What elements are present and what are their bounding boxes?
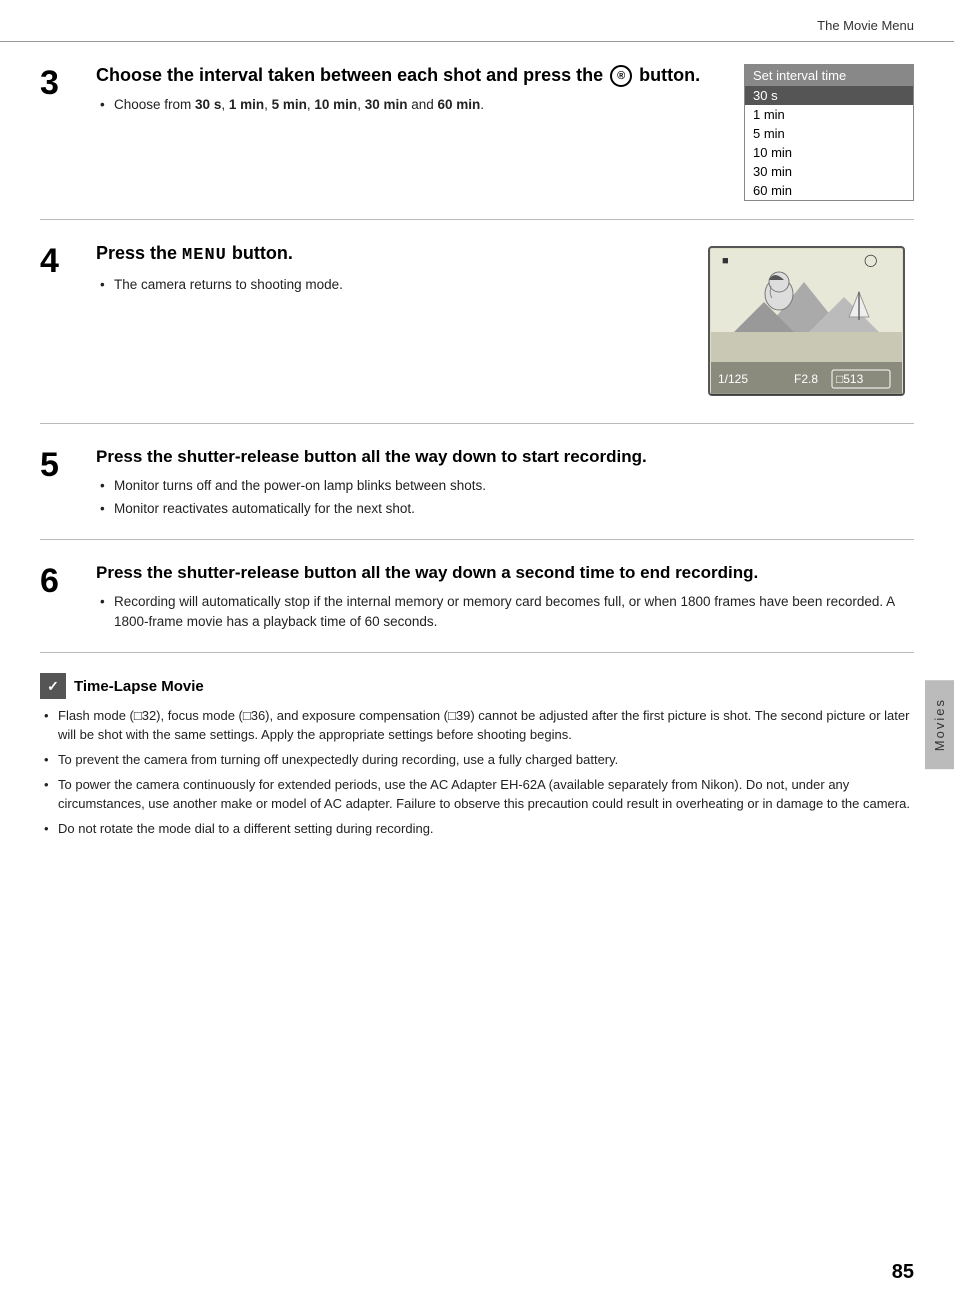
step-4: 4 Press the MENU button. The camera retu… xyxy=(40,220,914,424)
step-5-body: Press the shutter-release button all the… xyxy=(88,446,914,521)
page-number: 85 xyxy=(892,1261,914,1283)
camera-lcd-svg: ■ ◯ 1/125 F2.8 □513 xyxy=(704,242,914,402)
side-tab: Movies xyxy=(925,680,954,769)
svg-text:□513: □513 xyxy=(836,372,864,386)
step-3-number: 3 xyxy=(40,64,88,100)
step-3-body: Choose the interval taken between each s… xyxy=(88,64,914,201)
step-6-bullet-1: Recording will automatically stop if the… xyxy=(100,592,914,631)
interval-menu-item-60min: 60 min xyxy=(745,181,913,200)
page-footer: 85 xyxy=(892,1261,914,1284)
step-3-title: Choose the interval taken between each s… xyxy=(96,64,724,87)
note-icon: ✓ xyxy=(40,673,66,699)
interval-menu-item-10min: 10 min xyxy=(745,143,913,162)
interval-menu: Set interval time 30 s 1 min 5 min 10 mi… xyxy=(744,64,914,201)
step-4-text: Press the MENU button. The camera return… xyxy=(96,242,684,405)
step-5-bullet-2: Monitor reactivates automatically for th… xyxy=(100,499,914,519)
note-bullet-1: Flash mode (□32), focus mode (□36), and … xyxy=(44,707,914,745)
step-5-bullet-1: Monitor turns off and the power-on lamp … xyxy=(100,476,914,496)
step-4-bullets: The camera returns to shooting mode. xyxy=(96,275,684,295)
step-3-bullet-1: Choose from 30 s, 1 min, 5 min, 10 min, … xyxy=(100,95,724,115)
interval-menu-title: Set interval time xyxy=(745,65,913,86)
step-6-number: 6 xyxy=(40,562,88,598)
step-6-body: Press the shutter-release button all the… xyxy=(88,562,914,634)
step-4-bullet-1: The camera returns to shooting mode. xyxy=(100,275,684,295)
step-3-image: Set interval time 30 s 1 min 5 min 10 mi… xyxy=(744,64,914,201)
step-6-title: Press the shutter-release button all the… xyxy=(96,562,914,584)
step-6: 6 Press the shutter-release button all t… xyxy=(40,540,914,653)
page: The Movie Menu 3 Choose the interval tak… xyxy=(0,0,954,1314)
step-5-number: 5 xyxy=(40,446,88,482)
step-5-title: Press the shutter-release button all the… xyxy=(96,446,914,468)
step-5-bullets: Monitor turns off and the power-on lamp … xyxy=(96,476,914,518)
note-bullet-3: To power the camera continuously for ext… xyxy=(44,776,914,814)
svg-text:■: ■ xyxy=(722,255,729,267)
step-3-text: Choose the interval taken between each s… xyxy=(96,64,724,201)
step-4-body: Press the MENU button. The camera return… xyxy=(88,242,914,405)
note-bullet-2: To prevent the camera from turning off u… xyxy=(44,751,914,770)
note-header: ✓ Time-Lapse Movie xyxy=(40,673,914,699)
interval-menu-item-30s: 30 s xyxy=(745,86,913,105)
step-3-layout: Choose the interval taken between each s… xyxy=(96,64,914,201)
interval-menu-item-30min: 30 min xyxy=(745,162,913,181)
step-5: 5 Press the shutter-release button all t… xyxy=(40,424,914,540)
note-bullet-4: Do not rotate the mode dial to a differe… xyxy=(44,820,914,839)
main-content: 3 Choose the interval taken between each… xyxy=(0,42,954,865)
step-3: 3 Choose the interval taken between each… xyxy=(40,42,914,220)
step-4-title: Press the MENU button. xyxy=(96,242,684,267)
interval-menu-item-1min: 1 min xyxy=(745,105,913,124)
interval-menu-item-5min: 5 min xyxy=(745,124,913,143)
page-header-title: The Movie Menu xyxy=(817,18,914,33)
note-section: ✓ Time-Lapse Movie Flash mode (□32), foc… xyxy=(40,673,914,864)
step-4-camera-image: ■ ◯ 1/125 F2.8 □513 xyxy=(704,242,914,405)
svg-text:◯: ◯ xyxy=(864,253,877,267)
svg-text:1/125: 1/125 xyxy=(718,372,748,386)
step-6-bullets: Recording will automatically stop if the… xyxy=(96,592,914,631)
step-4-number: 4 xyxy=(40,242,88,278)
side-tab-label: Movies xyxy=(932,698,947,751)
note-bullets: Flash mode (□32), focus mode (□36), and … xyxy=(40,707,914,838)
step-4-layout: Press the MENU button. The camera return… xyxy=(96,242,914,405)
svg-text:F2.8: F2.8 xyxy=(794,372,818,386)
ok-button-icon: ® xyxy=(610,65,632,87)
note-title: Time-Lapse Movie xyxy=(74,678,204,695)
step-3-bullets: Choose from 30 s, 1 min, 5 min, 10 min, … xyxy=(96,95,724,115)
page-header: The Movie Menu xyxy=(0,0,954,42)
